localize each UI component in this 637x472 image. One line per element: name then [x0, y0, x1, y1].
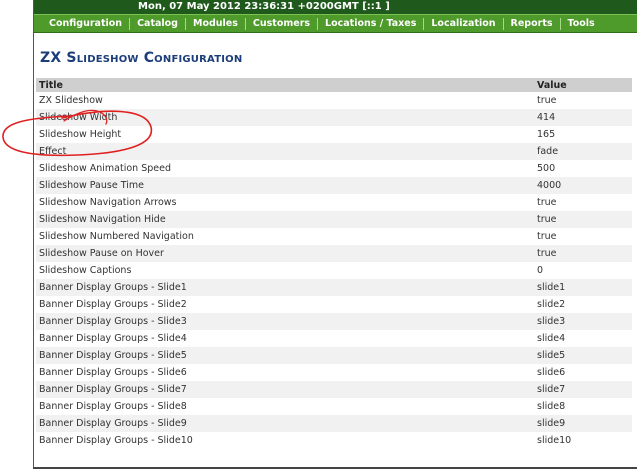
table-row[interactable]: Banner Display Groups - Slide5 slide5: [36, 347, 632, 364]
setting-title: Banner Display Groups - Slide1: [36, 279, 534, 296]
setting-value: true: [534, 211, 632, 228]
setting-value: 414: [534, 109, 632, 126]
nav-customers[interactable]: Customers: [246, 18, 317, 29]
table-row[interactable]: Banner Display Groups - Slide9 slide9: [36, 415, 632, 432]
setting-title: Banner Display Groups - Slide2: [39, 299, 187, 310]
setting-title: Banner Display Groups - Slide6: [39, 367, 187, 378]
left-frame-border: [33, 0, 34, 468]
setting-value: true: [537, 197, 557, 208]
table-row[interactable]: ZX Slideshow true: [36, 92, 632, 109]
setting-title: Effect: [36, 143, 534, 160]
table-row[interactable]: Slideshow Captions 0: [36, 262, 632, 279]
setting-title: Slideshow Navigation Arrows: [39, 197, 177, 208]
setting-title: Slideshow Pause on Hover: [36, 245, 534, 262]
setting-value: slide1: [534, 279, 632, 296]
table-row[interactable]: Slideshow Navigation Arrows true: [36, 194, 632, 211]
server-datetime: Mon, 07 May 2012 23:36:31 +0200GMT [::1 …: [138, 1, 390, 12]
setting-value: slide9: [534, 415, 632, 432]
setting-value: slide2: [537, 299, 566, 310]
nav-tools[interactable]: Tools: [561, 18, 602, 29]
setting-title: Banner Display Groups - Slide8: [39, 401, 187, 412]
table-row[interactable]: Effect fade: [36, 143, 632, 160]
table-row[interactable]: Banner Display Groups - Slide10 slide10: [36, 432, 632, 449]
setting-value: slide3: [534, 313, 632, 330]
setting-title: Slideshow Numbered Navigation: [39, 231, 194, 242]
setting-title: Banner Display Groups - Slide7: [36, 381, 534, 398]
top-status-bar: Mon, 07 May 2012 23:36:31 +0200GMT [::1 …: [34, 0, 637, 14]
setting-value: true: [534, 245, 632, 262]
table-row[interactable]: Banner Display Groups - Slide3 slide3: [36, 313, 632, 330]
setting-value: 500: [537, 163, 556, 174]
table-row[interactable]: Slideshow Numbered Navigation true: [36, 228, 632, 245]
table-row[interactable]: Banner Display Groups - Slide1 slide1: [36, 279, 632, 296]
nav-catalog[interactable]: Catalog: [130, 18, 185, 29]
setting-value: true: [537, 231, 557, 242]
setting-title: Banner Display Groups - Slide4: [39, 333, 187, 344]
setting-value: 0: [537, 265, 544, 276]
setting-title: Slideshow Height: [39, 129, 122, 140]
setting-value: slide8: [537, 401, 566, 412]
setting-value: slide7: [534, 381, 632, 398]
table-row[interactable]: Slideshow Pause Time 4000: [36, 177, 632, 194]
main-nav: Configuration Catalog Modules Customers …: [34, 14, 637, 33]
table-row[interactable]: Banner Display Groups - Slide6 slide6: [36, 364, 632, 381]
table-row[interactable]: Slideshow Animation Speed 500: [36, 160, 632, 177]
table-row[interactable]: Banner Display Groups - Slide4 slide4: [36, 330, 632, 347]
table-row[interactable]: Banner Display Groups - Slide7 slide7: [36, 381, 632, 398]
setting-title: Banner Display Groups - Slide9: [36, 415, 534, 432]
table-row[interactable]: Banner Display Groups - Slide8 slide8: [36, 398, 632, 415]
setting-title: Slideshow Pause Time: [36, 177, 534, 194]
table-row[interactable]: Slideshow Height 165: [36, 126, 632, 143]
bottom-frame-border: [33, 467, 637, 469]
setting-value: slide4: [537, 333, 566, 344]
setting-title: Banner Display Groups - Slide5: [36, 347, 534, 364]
nav-reports[interactable]: Reports: [504, 18, 560, 29]
setting-value: slide5: [534, 347, 632, 364]
setting-value: 165: [537, 129, 556, 140]
setting-value: 4000: [534, 177, 632, 194]
setting-title: Slideshow Animation Speed: [39, 163, 171, 174]
column-header-title: Title: [36, 78, 534, 92]
setting-title: Banner Display Groups - Slide10: [39, 435, 193, 446]
setting-title: Slideshow Width: [36, 109, 534, 126]
setting-value: fade: [534, 143, 632, 160]
nav-localization[interactable]: Localization: [424, 18, 502, 29]
page-title: ZX Slideshow Configuration: [40, 50, 243, 66]
setting-value: slide10: [537, 435, 572, 446]
nav-configuration[interactable]: Configuration: [42, 18, 129, 29]
setting-title: Slideshow Captions: [39, 265, 132, 276]
table-header-row: Title Value: [36, 78, 632, 92]
table-row[interactable]: Slideshow Pause on Hover true: [36, 245, 632, 262]
setting-title: Slideshow Navigation Hide: [36, 211, 534, 228]
nav-modules[interactable]: Modules: [186, 18, 245, 29]
setting-title: ZX Slideshow: [39, 95, 103, 106]
table-row[interactable]: Slideshow Width 414: [36, 109, 632, 126]
table-row[interactable]: Banner Display Groups - Slide2 slide2: [36, 296, 632, 313]
table-row[interactable]: Slideshow Navigation Hide true: [36, 211, 632, 228]
setting-title: Banner Display Groups - Slide3: [36, 313, 534, 330]
setting-value: slide6: [537, 367, 566, 378]
config-table: Title Value ZX Slideshow true Slideshow W…: [36, 78, 632, 449]
nav-locations-taxes[interactable]: Locations / Taxes: [318, 18, 423, 29]
column-header-value: Value: [534, 78, 632, 92]
setting-value: true: [537, 95, 557, 106]
